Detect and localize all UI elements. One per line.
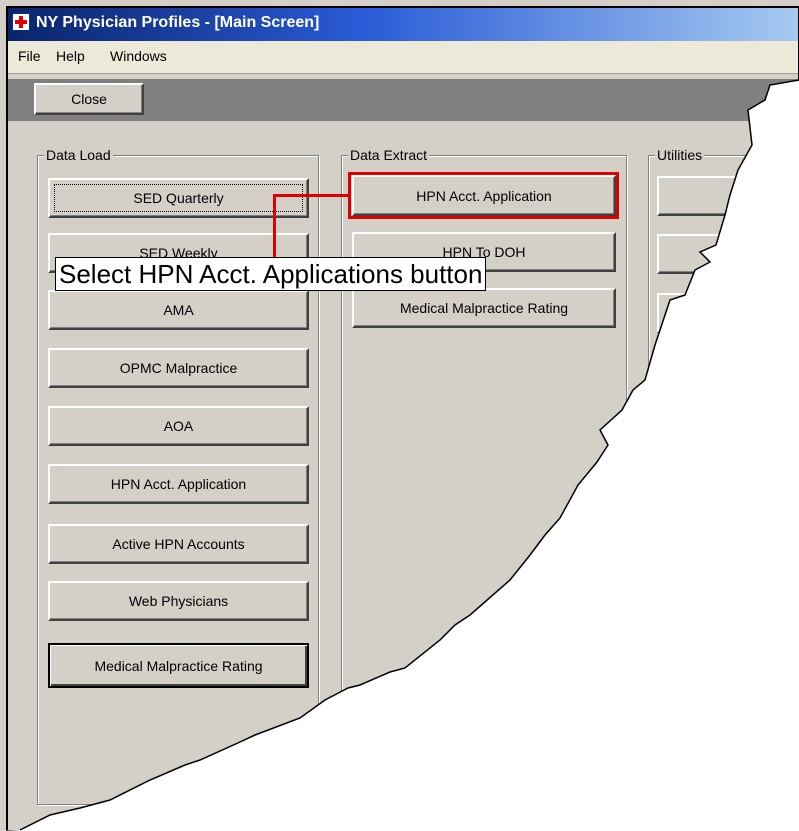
torn-edge-outline: [6, 6, 799, 831]
annotation-connector-horizontal: [273, 194, 349, 197]
annotation-highlight-box: [348, 172, 619, 219]
annotation-callout: Select HPN Acct. Applications button: [55, 257, 487, 291]
annotation-connector-vertical: [273, 194, 276, 264]
